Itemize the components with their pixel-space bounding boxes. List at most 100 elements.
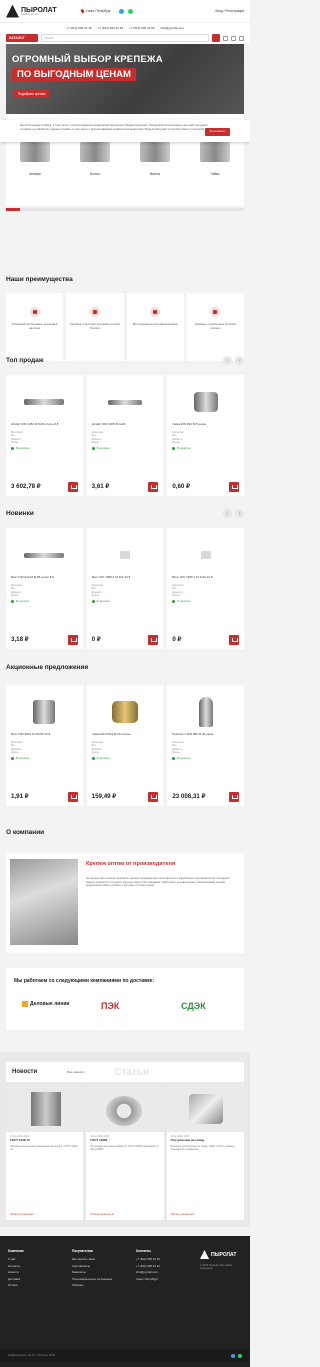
about-block: Крепеж оптом от производителя На нашем с…	[6, 853, 244, 953]
stock-status: В наличии	[172, 600, 239, 604]
category-card[interactable]: Винты	[126, 142, 184, 206]
read-more-link[interactable]: Читать полностью	[171, 1212, 195, 1216]
news-card[interactable]: 13 октября 2023 Поступление на склад Бол…	[166, 1084, 244, 1220]
partner-logo: Деловые линии	[22, 1001, 70, 1007]
stock-label: В наличии	[16, 600, 29, 604]
spec-label: Длина	[172, 593, 180, 597]
product-card[interactable]: Винт DIN 912 M 8х35 класс 8.8 Материал В…	[6, 528, 83, 649]
stock-label: В наличии	[177, 600, 191, 604]
favorite-icon[interactable]	[231, 35, 236, 41]
read-more-link[interactable]: Читать полностью	[90, 1212, 114, 1216]
logo-mark-icon	[6, 4, 19, 18]
news-card[interactable]: 13 октября 2023 ГОСТ 11860 На складе пос…	[86, 1084, 164, 1220]
top-sales-title: Топ продаж	[6, 357, 44, 364]
product-name[interactable]: Винт DIN 912 M 8х35 класс 8.8	[11, 576, 78, 584]
cart-icon[interactable]	[239, 35, 244, 41]
stock-status: В наличии	[91, 600, 159, 604]
product-name[interactable]: Болт DIN 6914 M 20х55 10.9	[11, 733, 78, 741]
add-to-cart-button[interactable]	[67, 635, 78, 645]
phone-2[interactable]: +7 (812) 603 44 19	[98, 26, 123, 30]
spec-label: Длина	[11, 593, 19, 597]
articles-tab[interactable]: Статьи	[114, 1067, 149, 1078]
product-name[interactable]: Гайка DIN 6334 M 30 латунь	[92, 733, 159, 741]
product-name[interactable]: Гайка DIN 934 М 5 нерж.	[172, 423, 239, 431]
telegram-icon[interactable]	[231, 1353, 235, 1358]
product-name[interactable]: Винт ISO 7380-1 М 3х10 12.9	[172, 576, 239, 584]
product-image	[11, 693, 78, 731]
product-price: 0,60 ₽	[172, 483, 191, 490]
compare-icon[interactable]	[223, 35, 228, 41]
footer-email[interactable]: info@pyrolat.com	[136, 1269, 160, 1275]
footer-heading: Компания	[8, 1249, 24, 1253]
footer-logo[interactable]: ПЫРОЛАТ	[200, 1250, 236, 1259]
read-more-link[interactable]: Читать полностью	[10, 1212, 34, 1216]
whatsapp-icon[interactable]	[238, 1353, 242, 1358]
add-to-cart-button[interactable]	[228, 635, 239, 645]
advantage-item: Удобные и различные способы оплаты	[186, 293, 244, 361]
product-image	[11, 383, 78, 421]
product-card[interactable]: Штифт DIN 6325 М 4х20 Материал Вес Диаме…	[86, 375, 164, 496]
prev-arrow-icon[interactable]: ‹	[223, 356, 232, 365]
product-name[interactable]: Рым-болт DIN 580 М 30 нерж.	[172, 733, 239, 741]
category-card[interactable]: Анкеры	[6, 142, 64, 206]
spec-label: Длина	[172, 750, 180, 754]
city-select[interactable]: Санкт-Петербург	[79, 8, 111, 14]
check-icon	[11, 447, 14, 451]
news-title: Новости	[12, 1069, 38, 1075]
search-input[interactable]: Поиск	[41, 34, 209, 42]
spec-label: Длина	[172, 440, 180, 444]
next-arrow-icon[interactable]: ›	[235, 356, 244, 365]
next-arrow-icon[interactable]: ›	[235, 509, 244, 518]
cookie-accept-button[interactable]: Я согласен	[204, 128, 230, 136]
about-text: На нашем сайте можно подобрать крепеж пр…	[86, 877, 230, 888]
advantage-item: Вся продукция сертифицирована	[126, 293, 184, 361]
product-card[interactable]: Винт ISO 7380-1 М 3х6 12.9 Материал Вес …	[86, 528, 164, 649]
whatsapp-icon[interactable]	[127, 8, 133, 14]
stock-status: В наличии	[11, 757, 78, 761]
account-link[interactable]: Вход / Регистрация	[216, 9, 245, 13]
logo[interactable]: ПЫРОЛАТ КРЕПЕЖ ОПТОМ	[6, 4, 57, 18]
stock-status: В наличии	[172, 757, 239, 761]
add-to-cart-button[interactable]	[67, 792, 78, 802]
footer-link[interactable]: Таблицы	[72, 1282, 112, 1288]
email-link[interactable]: info@pyrolat.com	[160, 26, 183, 30]
add-to-cart-button[interactable]	[228, 482, 239, 492]
catalog-button[interactable]: КАТАЛОГ	[6, 34, 38, 42]
footer-column-contacts: Контакты +7 (812) 605 44 18 +7 (812) 605…	[136, 1248, 160, 1282]
news-excerpt: Пазовая шпилька для соединения деталей п…	[10, 1144, 78, 1152]
product-card[interactable]: Гайка DIN 6334 M 30 латунь Материал Вес …	[86, 685, 164, 806]
product-card[interactable]: Винт ISO 7380-1 М 3х10 12.9 Материал Вес…	[167, 528, 244, 649]
telegram-icon[interactable]	[118, 8, 124, 14]
product-card[interactable]: Болт DIN 6914 M 20х55 10.9 Материал Вес …	[6, 685, 83, 806]
phone-1[interactable]: +7 (812) 605 44 18	[66, 26, 91, 30]
product-card[interactable]: Штифт DIN 1481 М 5х30 сталь 6.8 Материал…	[6, 375, 83, 496]
hero-button[interactable]: Подобрать крепеж	[14, 90, 50, 98]
advantage-text: Удобные и различные способы оплаты	[194, 322, 237, 330]
add-to-cart-button[interactable]	[228, 792, 239, 802]
search-icon[interactable]	[212, 34, 220, 42]
prev-arrow-icon[interactable]: ‹	[223, 509, 232, 518]
news-card[interactable]: 13 октября 2023 ГОСТ 5128-70 Пазовая шпи…	[6, 1084, 84, 1220]
product-card[interactable]: Рым-болт DIN 580 М 30 нерж. Материал Вес…	[167, 685, 244, 806]
add-to-cart-button[interactable]	[67, 482, 78, 492]
category-scrollbar[interactable]	[6, 208, 244, 211]
category-card[interactable]: Гайки	[186, 142, 244, 206]
product-name[interactable]: Штифт DIN 6325 М 4х20	[92, 423, 159, 431]
add-to-cart-button[interactable]	[148, 635, 159, 645]
category-card[interactable]: Болты	[66, 142, 124, 206]
phone-3[interactable]: +7 (812) 605 44 55	[129, 26, 154, 30]
all-news-link[interactable]: Все новости	[67, 1070, 84, 1074]
product-card[interactable]: Гайка DIN 934 М 5 нерж. Материал Вес Диа…	[167, 375, 244, 496]
category-image	[20, 142, 50, 162]
add-to-cart-button[interactable]	[148, 792, 159, 802]
nav-bar: КАТАЛОГ Поиск	[0, 32, 250, 44]
footer-heading: Покупателям	[72, 1249, 93, 1253]
footer-phone[interactable]: +7 (812) 605 44 18	[136, 1256, 160, 1262]
product-name[interactable]: Винт ISO 7380-1 М 3х6 12.9	[92, 576, 159, 584]
spec-line: Длина	[172, 441, 239, 444]
product-image	[92, 693, 159, 731]
product-name[interactable]: Штифт DIN 1481 М 5х30 сталь 6.8	[11, 423, 78, 431]
add-to-cart-button[interactable]	[148, 482, 159, 492]
stock-label: В наличии	[16, 757, 29, 761]
footer-link[interactable]: Оплата	[8, 1282, 24, 1288]
